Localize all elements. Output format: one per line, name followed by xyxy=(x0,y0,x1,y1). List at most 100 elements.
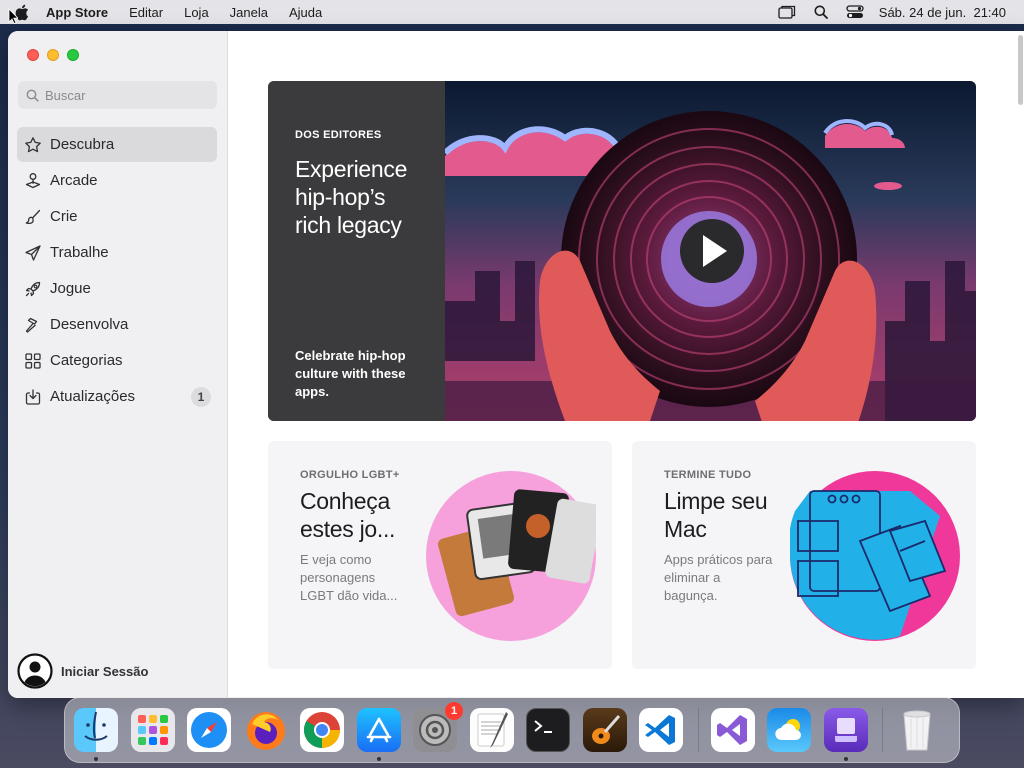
dock-safari[interactable] xyxy=(187,708,231,752)
sidebar-item-jogue[interactable]: Jogue xyxy=(17,271,217,306)
sidebar-item-crie[interactable]: Crie xyxy=(17,199,217,234)
paper-plane-icon xyxy=(24,244,42,262)
dock-visual-studio[interactable] xyxy=(710,708,755,752)
menu-ajuda[interactable]: Ajuda xyxy=(289,5,322,20)
app-store-icon xyxy=(366,717,391,743)
user-avatar-icon xyxy=(17,653,53,689)
sidebar-item-label: Desenvolva xyxy=(50,316,129,333)
story-card-lgbt[interactable]: ORGULHO LGBT+ Conheça estes jo... E veja… xyxy=(268,441,612,669)
sidebar-item-label: Crie xyxy=(50,208,78,225)
sidebar-item-atualizacoes[interactable]: Atualizações 1 xyxy=(17,379,217,414)
minimize-button[interactable] xyxy=(47,49,59,61)
dock-chrome[interactable] xyxy=(300,708,344,752)
launchpad-icon xyxy=(137,715,168,745)
firefox-icon xyxy=(246,712,285,750)
maximize-button[interactable] xyxy=(67,49,79,61)
dock-textedit[interactable] xyxy=(469,708,514,752)
card-artwork xyxy=(790,471,960,641)
hero-eyebrow: DOS EDITORES xyxy=(295,129,382,141)
sidebar-item-label: Descubra xyxy=(50,136,115,153)
download-icon xyxy=(24,388,42,406)
sidebar-item-label: Atualizações xyxy=(50,388,136,405)
card-description: E veja como personagens LGBT dão vida... xyxy=(300,552,398,603)
configurator-icon xyxy=(834,718,857,742)
card-title: Conheça estes jo... xyxy=(300,488,396,542)
finder-icon xyxy=(84,711,108,741)
dock-garageband[interactable] xyxy=(582,708,627,752)
card-description: Apps práticos para eliminar a bagunça. xyxy=(664,552,773,603)
story-card-clean-mac[interactable]: TERMINE TUDO Limpe seu Mac Apps práticos… xyxy=(632,441,976,669)
search-icon xyxy=(26,89,39,102)
search-icon[interactable] xyxy=(811,4,831,20)
dock-terminal[interactable] xyxy=(526,708,570,752)
hero-text-panel: DOS EDITORES Experience hip-hop’s rich l… xyxy=(268,81,445,421)
sidebar-item-trabalhe[interactable]: Trabalhe xyxy=(17,235,217,270)
terminal-icon xyxy=(534,720,552,733)
trash-icon xyxy=(903,710,931,751)
main-content: DOS EDITORES Experience hip-hop’s rich l… xyxy=(228,31,1024,698)
sidebar-item-descubra[interactable]: Descubra xyxy=(17,127,217,162)
dock-weather[interactable] xyxy=(767,708,811,752)
joystick-icon xyxy=(24,172,42,190)
sidebar-item-categorias[interactable]: Categorias xyxy=(17,343,217,378)
search-input[interactable] xyxy=(45,87,205,103)
brush-icon xyxy=(24,208,42,226)
dock-firefox[interactable] xyxy=(244,708,288,752)
dock-finder[interactable] xyxy=(74,708,118,761)
sidebar-item-label: Jogue xyxy=(50,280,91,297)
settings-notification-badge: 1 xyxy=(445,702,463,720)
weather-icon xyxy=(775,719,801,740)
menu-bar: App Store Editar Loja Janela Ajuda Sáb. … xyxy=(0,0,1024,24)
dock-launchpad[interactable] xyxy=(130,708,175,752)
card-eyebrow: ORGULHO LGBT+ xyxy=(300,469,400,481)
menu-datetime[interactable]: Sáb. 24 de jun. 21:40 xyxy=(879,5,1006,20)
sidebar-item-desenvolva[interactable]: Desenvolva xyxy=(17,307,217,342)
sidebar-item-label: Categorias xyxy=(50,352,123,369)
updates-count-badge: 1 xyxy=(191,386,211,407)
menu-loja[interactable]: Loja xyxy=(184,5,209,20)
hero-description: Celebrate hip-hop culture with these app… xyxy=(295,348,406,399)
dock-app-store[interactable] xyxy=(356,708,401,761)
hero-artwork xyxy=(445,81,976,421)
dock-apple-configurator[interactable] xyxy=(823,708,868,761)
vscode-icon xyxy=(645,715,675,745)
sidebar-item-arcade[interactable]: Arcade xyxy=(17,163,217,198)
card-artwork xyxy=(426,471,596,641)
hammer-icon xyxy=(24,316,42,334)
sign-in-label: Iniciar Sessão xyxy=(61,663,149,679)
grid-icon xyxy=(24,352,42,370)
close-button[interactable] xyxy=(27,49,39,61)
menu-janela[interactable]: Janela xyxy=(230,5,268,20)
dock-system-settings[interactable]: 1 xyxy=(413,702,463,752)
menu-editar[interactable]: Editar xyxy=(129,5,163,20)
sidebar: Descubra Arcade Crie Trabalhe xyxy=(8,31,228,698)
window-controls xyxy=(27,49,79,61)
control-center-icon[interactable] xyxy=(845,4,865,20)
dock-vscode[interactable] xyxy=(639,708,683,752)
textedit-icon xyxy=(477,712,508,748)
chrome-icon xyxy=(303,712,340,748)
scrollbar[interactable] xyxy=(1018,35,1023,105)
sign-in-button[interactable]: Iniciar Sessão xyxy=(17,653,148,689)
menu-bar-status: Sáb. 24 de jun. 21:40 xyxy=(777,4,1006,20)
sidebar-item-label: Trabalhe xyxy=(50,244,109,261)
card-eyebrow: TERMINE TUDO xyxy=(664,469,752,481)
sidebar-item-label: Arcade xyxy=(50,172,98,189)
app-store-window: Descubra Arcade Crie Trabalhe xyxy=(8,31,1024,698)
mouse-pointer-icon xyxy=(8,8,18,24)
dock: 1 xyxy=(64,697,960,763)
window-icon[interactable] xyxy=(777,4,797,20)
safari-icon xyxy=(191,712,227,748)
featured-hero-banner[interactable]: DOS EDITORES Experience hip-hop’s rich l… xyxy=(268,81,976,421)
star-icon xyxy=(24,136,42,154)
sidebar-nav: Descubra Arcade Crie Trabalhe Jogue Dese… xyxy=(17,127,217,415)
visual-studio-icon xyxy=(716,715,747,745)
dock-trash[interactable] xyxy=(895,708,939,752)
rocket-icon xyxy=(24,280,42,298)
hero-title: Experience hip-hop’s rich legacy xyxy=(295,156,408,238)
dock-separator xyxy=(882,708,883,752)
guitar-icon xyxy=(591,715,620,744)
search-field[interactable] xyxy=(18,81,217,109)
menu-app-name[interactable]: App Store xyxy=(46,5,108,20)
card-title: Limpe seu Mac xyxy=(664,488,768,542)
